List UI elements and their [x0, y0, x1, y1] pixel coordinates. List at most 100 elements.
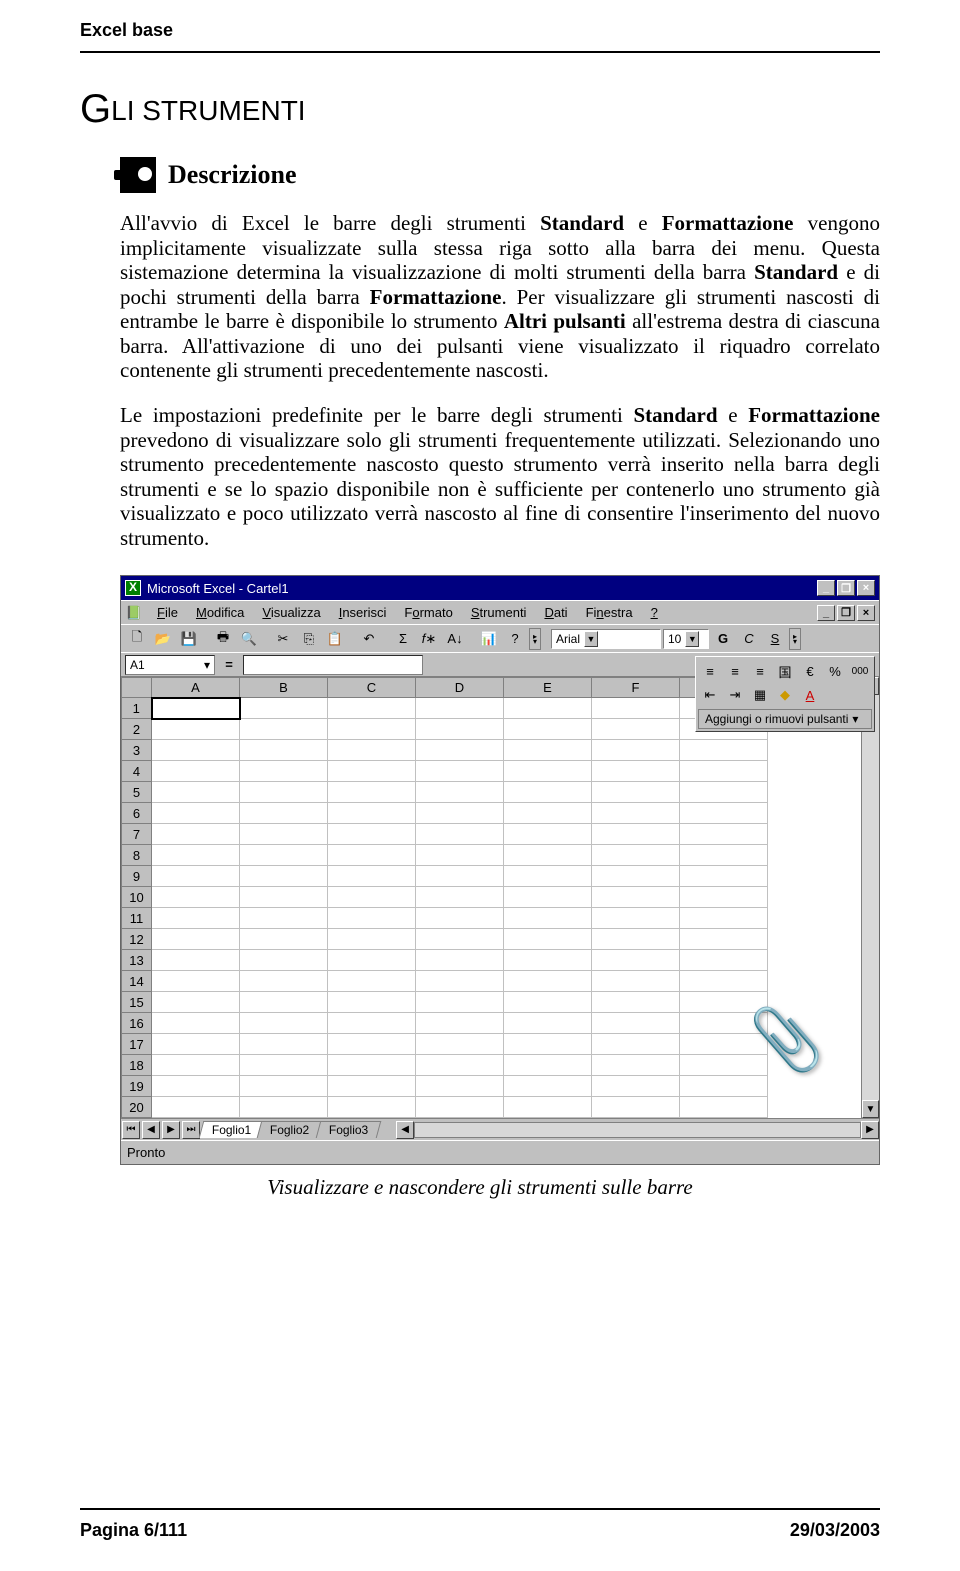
tab-nav-first[interactable]: ⏮ [122, 1121, 140, 1139]
cell[interactable] [504, 719, 592, 740]
row-header[interactable]: 20 [122, 1097, 152, 1118]
cell[interactable] [240, 803, 328, 824]
cell[interactable] [504, 1013, 592, 1034]
cell[interactable] [152, 908, 240, 929]
cell[interactable] [504, 803, 592, 824]
cell[interactable] [240, 698, 328, 719]
save-button[interactable]: 💾 [177, 628, 201, 650]
preview-button[interactable]: 🔍 [237, 628, 261, 650]
cell[interactable] [240, 845, 328, 866]
cell[interactable] [328, 1076, 416, 1097]
close-button[interactable]: × [857, 580, 875, 596]
new-button[interactable]: 🗋 [125, 628, 149, 650]
cell[interactable] [504, 908, 592, 929]
menu-modifica[interactable]: Modifica [188, 603, 252, 622]
cell[interactable] [240, 719, 328, 740]
horizontal-scrollbar[interactable]: ◀ ▶ [396, 1121, 879, 1139]
cell[interactable] [416, 761, 504, 782]
increase-indent-button[interactable]: ⇥ [723, 684, 747, 706]
cell[interactable] [504, 740, 592, 761]
cell[interactable] [416, 698, 504, 719]
thousands-button[interactable]: 000 [848, 660, 872, 682]
cell[interactable] [416, 1013, 504, 1034]
cell[interactable] [416, 1034, 504, 1055]
cell[interactable] [680, 845, 768, 866]
cell[interactable] [504, 950, 592, 971]
cell[interactable] [240, 1055, 328, 1076]
cell[interactable] [328, 719, 416, 740]
cell[interactable] [592, 698, 680, 719]
cell[interactable] [416, 929, 504, 950]
cell[interactable] [240, 950, 328, 971]
menu-strumenti[interactable]: Strumenti [463, 603, 535, 622]
cell[interactable] [504, 782, 592, 803]
cell[interactable] [416, 971, 504, 992]
office-assistant-icon[interactable]: 📎 [749, 1004, 819, 1084]
cell[interactable] [504, 698, 592, 719]
cell[interactable] [328, 698, 416, 719]
cell[interactable] [504, 1034, 592, 1055]
bold-button[interactable]: G [711, 628, 735, 650]
cell[interactable] [240, 971, 328, 992]
tab-nav-next[interactable]: ▶ [162, 1121, 180, 1139]
scroll-down-button[interactable]: ▼ [862, 1100, 879, 1118]
cell[interactable] [152, 803, 240, 824]
underline-button[interactable]: S [763, 628, 787, 650]
row-header[interactable]: 14 [122, 971, 152, 992]
cell[interactable] [328, 992, 416, 1013]
cell[interactable] [328, 1013, 416, 1034]
cell[interactable] [592, 824, 680, 845]
align-right-button[interactable]: ≡ [748, 660, 772, 682]
cell[interactable] [592, 845, 680, 866]
cell[interactable] [416, 1076, 504, 1097]
menu-help[interactable]: ? [643, 603, 666, 622]
cell[interactable] [504, 992, 592, 1013]
cell[interactable] [328, 929, 416, 950]
cell[interactable] [504, 887, 592, 908]
cell[interactable] [592, 992, 680, 1013]
dropdown-arrow-icon[interactable]: ▼ [685, 631, 699, 647]
cell[interactable] [240, 887, 328, 908]
cell[interactable] [328, 1055, 416, 1076]
cell[interactable] [592, 908, 680, 929]
cell[interactable] [416, 719, 504, 740]
cell[interactable] [240, 1097, 328, 1118]
fill-color-button[interactable]: ◆ [773, 684, 797, 706]
doc-restore-button[interactable]: ❐ [837, 605, 855, 621]
row-header[interactable]: 11 [122, 908, 152, 929]
font-name-combo[interactable]: Arial ▼ [551, 629, 661, 649]
column-header[interactable]: D [416, 678, 504, 698]
function-button[interactable]: f∗ [417, 628, 441, 650]
cell[interactable] [504, 1076, 592, 1097]
cell[interactable] [504, 929, 592, 950]
row-header[interactable]: 6 [122, 803, 152, 824]
add-remove-buttons[interactable]: Aggiungi o rimuovi pulsanti ▾ [698, 709, 872, 729]
row-header[interactable]: 1 [122, 698, 152, 719]
cell[interactable] [680, 761, 768, 782]
minimize-button[interactable]: _ [817, 580, 835, 596]
cut-button[interactable]: ✂ [271, 628, 295, 650]
decrease-indent-button[interactable]: ⇤ [698, 684, 722, 706]
cell[interactable] [240, 1013, 328, 1034]
cell[interactable] [152, 824, 240, 845]
chart-button[interactable]: 📊 [477, 628, 501, 650]
row-header[interactable]: 10 [122, 887, 152, 908]
cell[interactable] [592, 1097, 680, 1118]
cell[interactable] [592, 740, 680, 761]
merge-button[interactable]: 国 [773, 660, 797, 682]
cell[interactable] [152, 887, 240, 908]
cell[interactable] [592, 929, 680, 950]
row-header[interactable]: 19 [122, 1076, 152, 1097]
cell[interactable] [592, 719, 680, 740]
menu-dati[interactable]: Dati [536, 603, 575, 622]
cell[interactable] [152, 845, 240, 866]
column-header[interactable]: E [504, 678, 592, 698]
cell[interactable] [592, 761, 680, 782]
autosum-button[interactable]: Σ [391, 628, 415, 650]
more-buttons-format[interactable]: ▸▾ [789, 628, 801, 650]
cell[interactable] [416, 908, 504, 929]
cell[interactable] [328, 824, 416, 845]
more-buttons-standard[interactable]: ▸▾ [529, 628, 541, 650]
cell[interactable] [328, 1034, 416, 1055]
align-center-button[interactable]: ≡ [723, 660, 747, 682]
